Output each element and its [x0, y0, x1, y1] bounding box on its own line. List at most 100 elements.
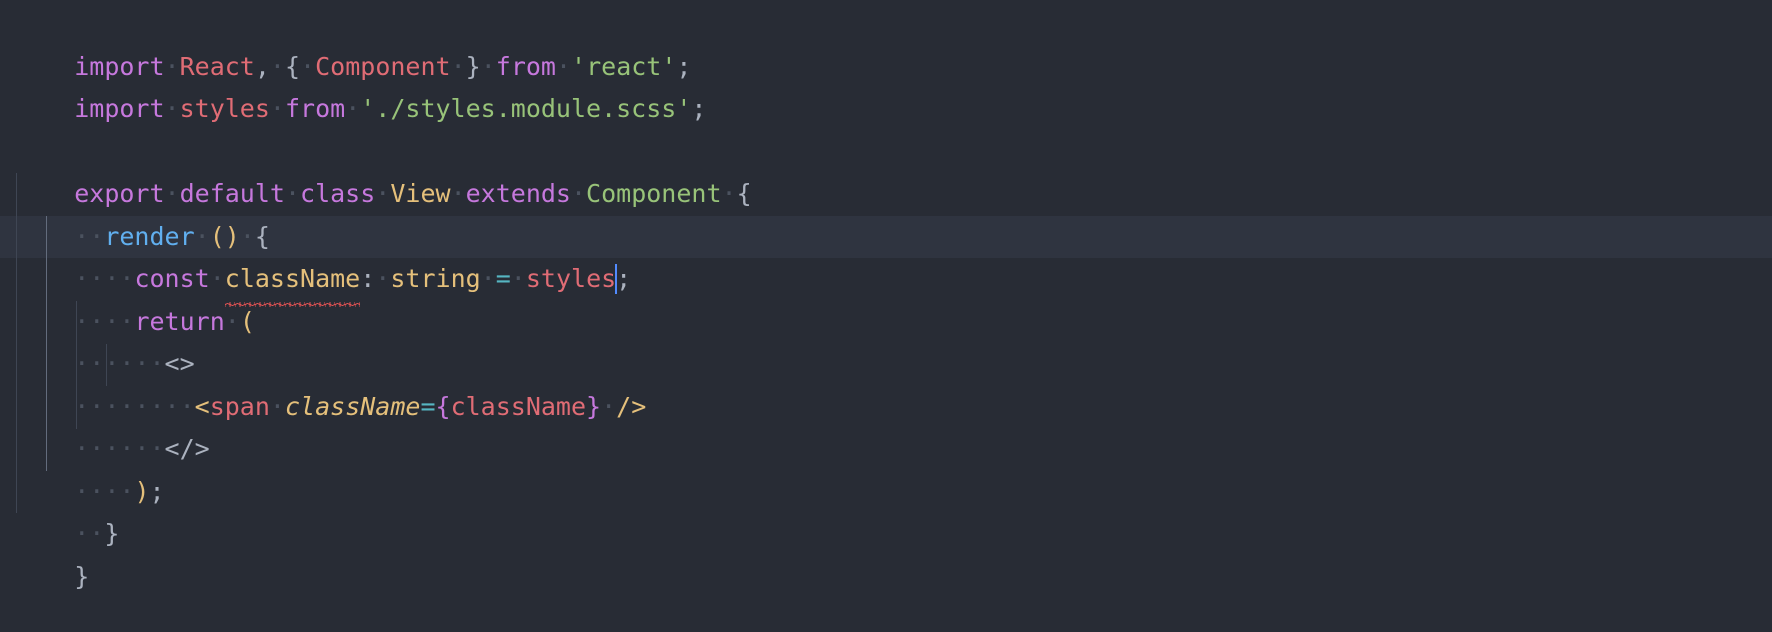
code-line-11[interactable]: ····); — [0, 428, 1772, 506]
error-squiggle-classname: className — [224, 258, 361, 306]
token-jsx-expr-classname: className — [450, 391, 587, 421]
whitespace-dot: · — [480, 264, 496, 293]
indent-whitespace: ········ — [74, 391, 195, 421]
token-classname-view: View — [390, 179, 451, 208]
whitespace-dot: · — [721, 179, 737, 208]
whitespace-dot: · — [570, 179, 587, 208]
token-keyword-const: const — [134, 264, 210, 293]
token-variable-classname: className — [224, 264, 361, 293]
token-operator-assign: = — [495, 264, 511, 293]
whitespace-dot: · — [209, 264, 225, 293]
token-jsx-tag-span: span — [209, 391, 270, 421]
whitespace-dot: · — [480, 51, 496, 81]
line-6-content: ····const·className:·string·=·styles; — [74, 258, 632, 306]
token-brace-close: } — [465, 51, 481, 81]
token-keyword-class: class — [300, 179, 376, 208]
token-keyword-from: from — [284, 94, 346, 123]
whitespace-dot: · — [375, 179, 391, 208]
token-brace-close: } — [104, 519, 120, 548]
code-editor[interactable]: import·React,·{·Component·}·from·'react'… — [0, 0, 1772, 632]
token-jsx-fragment-close: </> — [164, 434, 210, 463]
whitespace-dot: · — [375, 264, 391, 293]
code-line-4[interactable]: export·default·class·View·extends·Compon… — [0, 131, 1772, 208]
token-keyword-export: export — [74, 179, 165, 208]
line-9-content: ········<span·className={className}·/> — [74, 386, 646, 429]
line-5-content: ··render·()·{ — [74, 216, 270, 259]
token-superclass-component: Component — [586, 179, 722, 208]
whitespace-dot: · — [510, 264, 526, 293]
line-13-content: } — [74, 556, 89, 599]
token-identifier-styles: styles — [525, 264, 617, 293]
token-jsx-expr-brace-close: } — [586, 391, 602, 421]
token-method-render: render — [104, 221, 195, 251]
indent-whitespace: ·· — [74, 519, 105, 548]
whitespace-dot: · — [164, 94, 180, 123]
token-jsx-angle-open: < — [194, 391, 210, 421]
token-brace-close: } — [74, 561, 90, 591]
line-1-content: import·React,·{·Component·}·from·'react'… — [74, 46, 691, 89]
line-4-content: export·default·class·View·extends·Compon… — [74, 173, 751, 216]
whitespace-dot: · — [164, 179, 180, 208]
whitespace-dot: · — [555, 51, 572, 81]
token-parens: () — [209, 221, 240, 251]
token-jsx-attribute-classname: className — [284, 391, 421, 421]
token-comma: , — [254, 51, 270, 81]
whitespace-dot: · — [194, 221, 210, 251]
line-10-content: ······</> — [74, 428, 209, 471]
token-jsx-self-close: /> — [616, 391, 647, 421]
token-brace-open: { — [254, 221, 270, 251]
code-line-13[interactable]: } — [0, 513, 1772, 591]
indent-whitespace: ···· — [74, 476, 135, 506]
token-keyword-default: default — [179, 179, 285, 208]
indent-whitespace: ···· — [74, 306, 135, 336]
token-jsx-fragment-open: <> — [164, 349, 195, 378]
token-brace-open: { — [284, 51, 301, 81]
token-operator-assign: = — [420, 391, 436, 421]
token-keyword-import: import — [74, 51, 165, 81]
token-identifier-styles: styles — [179, 94, 270, 123]
token-type-string: string — [390, 264, 481, 293]
indent-whitespace: ·· — [74, 221, 105, 251]
whitespace-dot: · — [450, 179, 466, 208]
whitespace-dot: · — [450, 51, 466, 81]
whitespace-dot: · — [300, 51, 316, 81]
token-identifier-component: Component — [315, 51, 451, 81]
code-line-1[interactable]: import·React,·{·Component·}·from·'react'… — [0, 3, 1772, 81]
token-colon: : — [360, 264, 376, 293]
line-8-content: ······<> — [74, 343, 194, 386]
indent-whitespace: ···· — [74, 264, 135, 293]
token-keyword-extends: extends — [465, 179, 571, 208]
whitespace-dot: · — [269, 94, 285, 123]
token-brace-open: { — [736, 179, 752, 208]
token-semicolon: ; — [149, 476, 165, 506]
code-line-12[interactable]: ··} — [0, 471, 1772, 548]
token-semicolon: ; — [616, 264, 632, 293]
whitespace-dot: · — [269, 51, 285, 81]
whitespace-dot: · — [345, 94, 361, 123]
whitespace-dot: · — [269, 391, 285, 421]
token-keyword-import: import — [74, 94, 165, 123]
token-paren-close: ) — [134, 476, 150, 506]
line-11-content: ····); — [74, 471, 164, 514]
line-2-content: import·styles·from·'./styles.module.scss… — [74, 88, 706, 131]
token-keyword-return: return — [134, 306, 225, 336]
token-semicolon: ; — [691, 94, 707, 123]
token-paren-open: ( — [239, 306, 255, 336]
token-string-react: 'react' — [571, 51, 677, 81]
whitespace-dot: · — [239, 221, 255, 251]
indent-whitespace: ······ — [74, 434, 165, 463]
text-cursor — [615, 264, 618, 294]
code-line-8[interactable]: ······<> — [0, 301, 1772, 378]
token-identifier-react: React — [179, 51, 255, 81]
token-semicolon: ; — [676, 51, 692, 81]
code-line-9[interactable]: ········<span·className={className}·/> — [0, 343, 1772, 421]
indent-whitespace: ······ — [74, 349, 165, 378]
whitespace-dot: · — [164, 51, 180, 81]
line-12-content: ··} — [74, 513, 119, 556]
token-keyword-from: from — [495, 51, 556, 81]
token-jsx-expr-brace-open: { — [435, 391, 451, 421]
token-string-scss-path: './styles.module.scss' — [360, 94, 692, 123]
whitespace-dot: · — [284, 179, 301, 208]
line-7-content: ····return·( — [74, 301, 255, 344]
whitespace-dot: · — [224, 306, 240, 336]
